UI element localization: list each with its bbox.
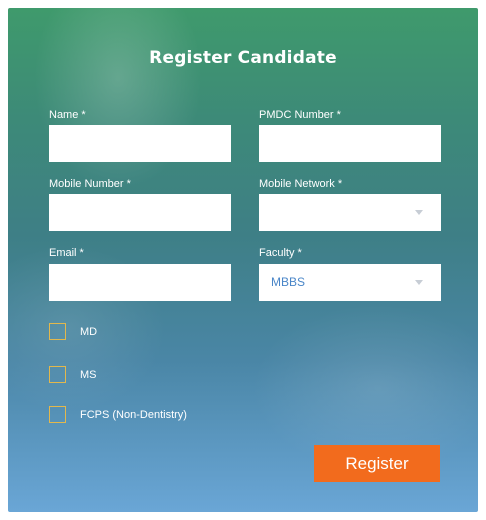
mobile-network-label: Mobile Network * [259, 178, 343, 190]
chevron-down-icon [415, 280, 423, 285]
md-checkbox-label: MD [80, 326, 98, 338]
email-input[interactable] [49, 264, 231, 301]
pmdc-label: PMDC Number * [259, 109, 341, 121]
md-checkbox[interactable] [49, 323, 66, 340]
register-panel: Register Candidate Name * PMDC Number * … [8, 8, 478, 512]
mobile-network-select[interactable] [259, 194, 441, 231]
ms-checkbox-label: MS [80, 369, 97, 381]
fcps-checkbox-label: FCPS (Non-Dentistry) [80, 409, 187, 421]
faculty-label: Faculty * [259, 247, 302, 259]
ms-checkbox[interactable] [49, 366, 66, 383]
form-title: Register Candidate [149, 48, 337, 68]
mobile-number-input[interactable] [49, 194, 231, 231]
faculty-select[interactable]: MBBS [259, 264, 441, 301]
register-button[interactable]: Register [314, 445, 440, 482]
pmdc-number-input[interactable] [259, 125, 441, 162]
chevron-down-icon [415, 210, 423, 215]
faculty-value: MBBS [271, 275, 306, 289]
fcps-checkbox[interactable] [49, 406, 66, 423]
name-input[interactable] [49, 125, 231, 162]
email-label: Email * [49, 247, 84, 259]
mobile-number-label: Mobile Number * [49, 178, 131, 190]
name-label: Name * [49, 109, 86, 121]
